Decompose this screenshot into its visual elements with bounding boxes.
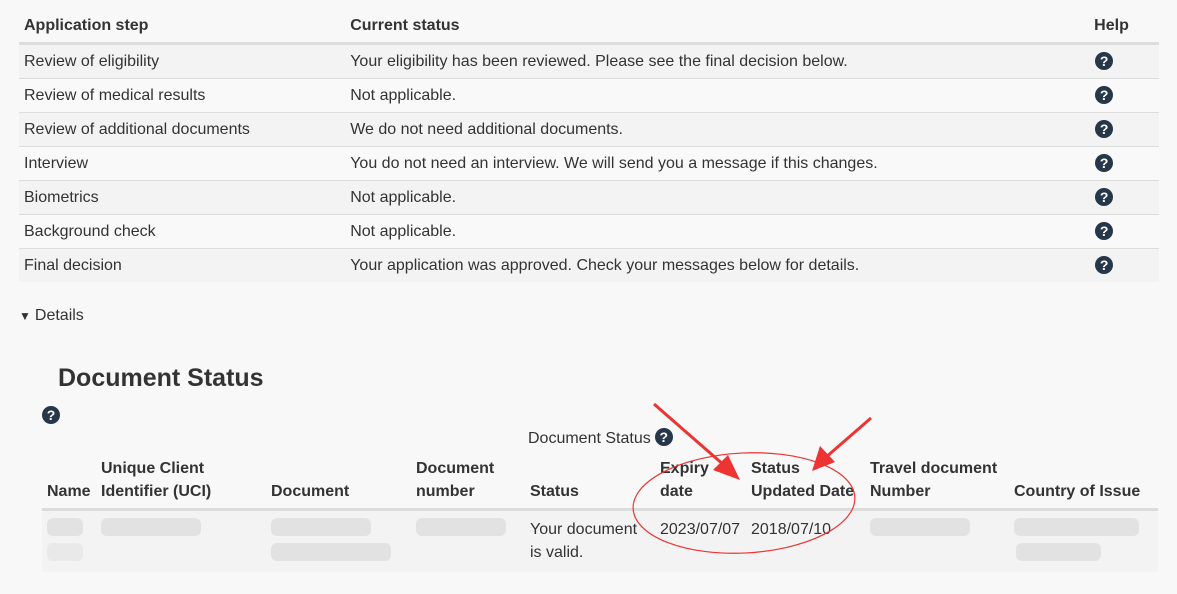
document-status-caption: Document Status? [528,428,673,448]
help-icon[interactable]: ? [1095,188,1114,207]
table-row: Background check Not applicable. ? [19,214,1159,249]
header-expiry-date: Expiry date [655,455,746,511]
redacted-name [47,518,83,536]
help-icon[interactable]: ? [42,406,60,424]
document-status-title: Document Status [58,364,264,392]
step-name: Review of additional documents [19,112,346,147]
table-row: Final decision Your application was appr… [19,248,1159,282]
step-name: Interview [19,146,346,181]
step-status: Your application was approved. Check you… [345,248,1090,282]
cell-status-updated-date: 2018/07/10 [746,509,865,572]
step-name: Review of eligibility [19,43,346,79]
application-steps-table: Application step Current status Help Rev… [19,8,1159,282]
cell-expiry-date: 2023/07/07 [655,509,746,572]
step-name: Background check [19,214,346,249]
header-country-of-issue: Country of Issue [1009,455,1158,511]
cell-country-of-issue [1009,509,1158,572]
help-icon[interactable]: ? [1095,120,1114,139]
header-status: Status [525,455,655,511]
header-help: Help [1089,8,1159,45]
table-row: Interview You do not need an interview. … [19,146,1159,181]
help-icon[interactable]: ? [1095,222,1114,241]
step-status: You do not need an interview. We will se… [345,146,1090,181]
document-status-table: Name Unique Client Identifier (UCI) Docu… [42,455,1158,572]
help-icon[interactable]: ? [1095,52,1114,71]
redacted-travel-document-number [870,518,970,536]
step-status: Not applicable. [345,214,1090,249]
triangle-down-icon: ▼ [19,309,31,323]
details-toggle[interactable]: ▼ Details [19,307,84,325]
redacted-country [1014,518,1139,536]
help-icon[interactable]: ? [1095,86,1114,105]
table-header-row: Application step Current status Help [19,8,1159,45]
table-row: Review of eligibility Your eligibility h… [19,43,1159,79]
header-document: Document [266,455,411,511]
caption-text: Document Status [528,430,651,447]
cell-document-number [411,509,525,572]
redacted-document [271,518,371,536]
step-status: Your eligibility has been reviewed. Plea… [345,43,1090,79]
header-status-updated-date: Status Updated Date [746,455,865,511]
header-current-status: Current status [345,8,1090,45]
help-icon[interactable]: ? [1095,256,1114,275]
header-travel-document-number: Travel document Number [865,455,1009,511]
step-status: We do not need additional documents. [345,112,1090,147]
table-row: Review of additional documents We do not… [19,112,1159,147]
redacted-uci [101,518,201,536]
step-status: Not applicable. [345,180,1090,215]
help-icon[interactable]: ? [1095,154,1114,173]
step-name: Final decision [19,248,346,282]
redacted-name [47,543,83,561]
table-header-row: Name Unique Client Identifier (UCI) Docu… [42,455,1158,511]
header-application-step: Application step [19,8,346,45]
cell-travel-document-number [865,509,1009,572]
header-document-number: Document number [411,455,525,511]
cell-uci [96,509,266,572]
redacted-document [271,543,391,561]
help-icon[interactable]: ? [654,428,673,447]
table-row: Biometrics Not applicable. ? [19,180,1159,215]
header-uci: Unique Client Identifier (UCI) [96,455,266,511]
cell-status: Your document is valid. [525,509,655,572]
cell-name [42,509,96,572]
table-row: Review of medical results Not applicable… [19,78,1159,113]
header-name: Name [42,455,96,511]
step-name: Review of medical results [19,78,346,113]
details-label: Details [34,307,84,324]
cell-document [266,509,411,572]
step-status: Not applicable. [345,78,1090,113]
table-row: Your document is valid. 2023/07/07 2018/… [42,509,1158,572]
redacted-document-number [416,518,506,536]
redacted-country [1016,543,1101,561]
step-name: Biometrics [19,180,346,215]
